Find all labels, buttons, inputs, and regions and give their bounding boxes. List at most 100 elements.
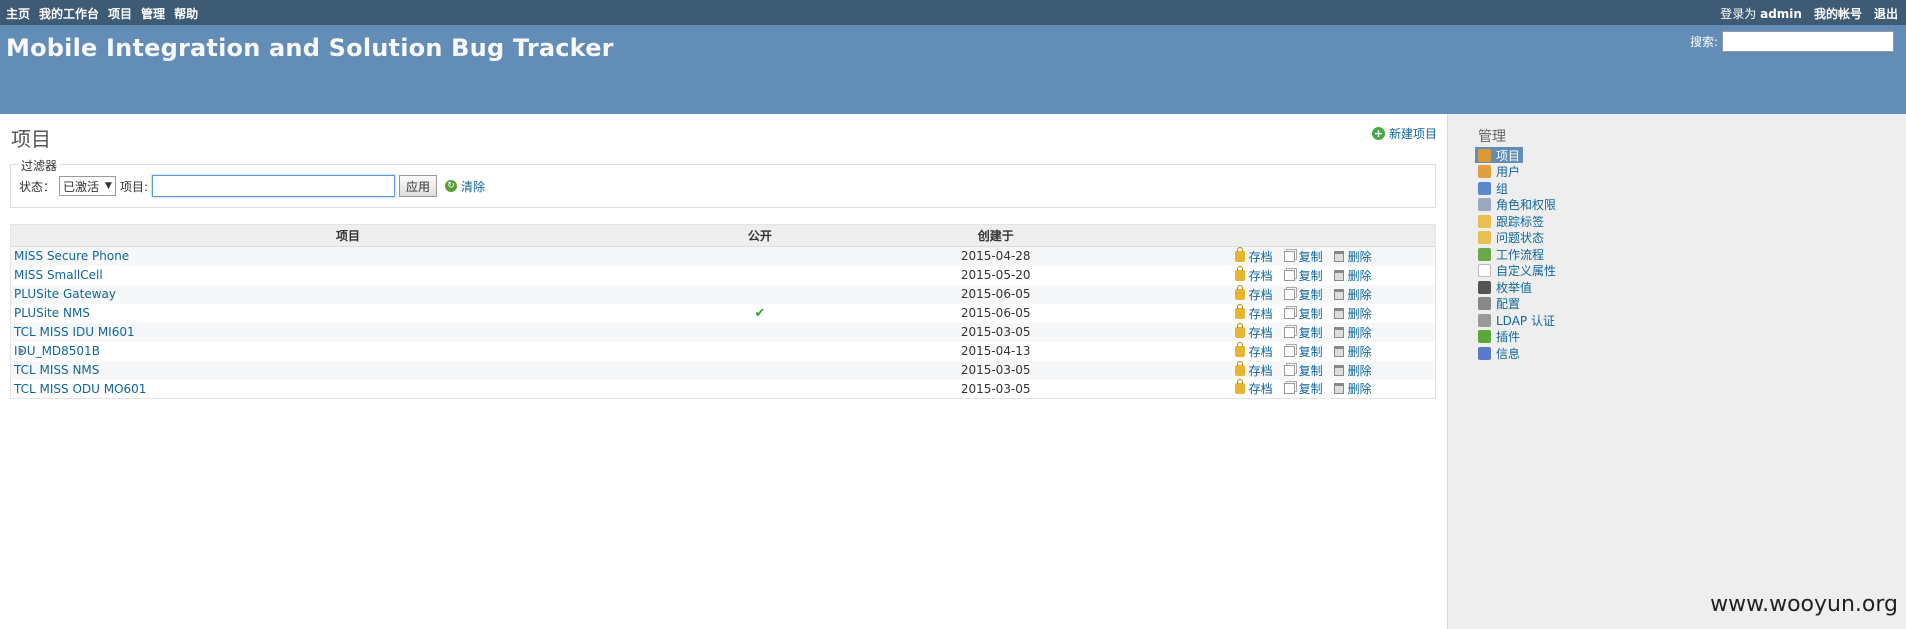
top-menu-home[interactable]: 主页 xyxy=(6,5,30,22)
reload-icon: ↻ xyxy=(445,180,458,192)
archive-action[interactable]: 存档 xyxy=(1234,303,1273,322)
sidebar-item-tracker[interactable]: 跟踪标签 xyxy=(1478,213,1544,229)
expand-icon[interactable] xyxy=(19,346,24,355)
top-menu-help[interactable]: 帮助 xyxy=(174,5,198,22)
copy-action[interactable]: 复制 xyxy=(1283,362,1323,379)
sidebar-item-user[interactable]: 用户 xyxy=(1478,164,1520,180)
created-cell: 2015-06-05 xyxy=(834,303,1157,323)
status-select[interactable]: 已激活 ▼ xyxy=(59,176,116,196)
copy-action[interactable]: 复制 xyxy=(1283,380,1323,397)
lock-icon xyxy=(1234,284,1245,300)
archive-action[interactable]: 存档 xyxy=(1234,265,1273,284)
ldap-icon xyxy=(1478,313,1491,327)
sidebar-item-custom-field[interactable]: 自定义属性 xyxy=(1478,263,1556,279)
project-link[interactable]: PLUSite Gateway xyxy=(14,287,116,301)
sidebar-item-status[interactable]: 问题状态 xyxy=(1478,230,1544,246)
sidebar-item-workflow[interactable]: 工作流程 xyxy=(1478,246,1544,262)
header-name[interactable]: 项目 xyxy=(10,224,685,247)
sidebar-item-list[interactable]: 枚举值 xyxy=(1478,279,1532,295)
copy-action[interactable]: 复制 xyxy=(1283,267,1323,284)
archive-action[interactable]: 存档 xyxy=(1234,341,1273,360)
table-row: TCL MISS ODU MO601 2015-03-05 存档 复制 删除 xyxy=(10,379,1436,399)
sidebar-item-label: 组 xyxy=(1496,181,1509,196)
sidebar-item-gear[interactable]: 配置 xyxy=(1478,296,1520,312)
copy-action[interactable]: 复制 xyxy=(1283,248,1323,265)
sidebar-item-projects[interactable]: 项目 xyxy=(1475,147,1524,163)
delete-label: 删除 xyxy=(1347,306,1372,321)
archive-action[interactable]: 存档 xyxy=(1234,284,1273,303)
delete-action[interactable]: 删除 xyxy=(1333,380,1372,397)
clear-link[interactable]: ↻ 清除 xyxy=(445,178,485,195)
delete-action[interactable]: 删除 xyxy=(1333,362,1372,379)
project-link[interactable]: IDU_MD8501B xyxy=(14,344,100,358)
lock-icon xyxy=(1234,379,1245,395)
header-public[interactable]: 公开 xyxy=(684,224,835,247)
table-header-row: 项目 公开 创建于 xyxy=(10,224,1436,247)
top-menu-projects[interactable]: 项目 xyxy=(108,5,132,22)
user-icon xyxy=(1478,165,1491,178)
sidebar-item-info[interactable]: 信息 xyxy=(1478,345,1520,361)
sidebar-item-roles[interactable]: 角色和权限 xyxy=(1478,197,1556,213)
project-link[interactable]: TCL MISS ODU MO601 xyxy=(14,382,146,396)
project-link[interactable]: PLUSite NMS xyxy=(14,306,90,320)
archive-action[interactable]: 存档 xyxy=(1234,379,1273,397)
account-menu: 登录为 admin 我的帐号 退出 xyxy=(1720,5,1898,22)
sidebar-item-plugin[interactable]: 插件 xyxy=(1478,329,1520,345)
project-filter-label: 项目: xyxy=(119,179,148,194)
archive-label: 存档 xyxy=(1248,363,1273,378)
copy-icon xyxy=(1283,326,1295,338)
sidebar-title: 管理 xyxy=(1478,129,1506,145)
delete-action[interactable]: 删除 xyxy=(1333,305,1372,322)
project-link[interactable]: TCL MISS NMS xyxy=(14,363,99,377)
copy-action[interactable]: 复制 xyxy=(1283,305,1323,322)
created-cell: 2015-03-05 xyxy=(834,360,1157,380)
sidebar-item-group[interactable]: 组 xyxy=(1478,180,1508,196)
page-title: 项目 xyxy=(11,127,51,151)
sidebar-item-ldap[interactable]: LDAP 认证 xyxy=(1478,312,1555,328)
top-menu-administration[interactable]: 管理 xyxy=(141,5,165,22)
project-link[interactable]: MISS Secure Phone xyxy=(14,249,129,263)
archive-action[interactable]: 存档 xyxy=(1234,322,1273,341)
header-created[interactable]: 创建于 xyxy=(834,224,1157,247)
copy-action[interactable]: 复制 xyxy=(1283,324,1323,341)
trash-icon xyxy=(1333,383,1344,395)
sidebar-item-label: 信息 xyxy=(1496,346,1521,361)
search-input[interactable] xyxy=(1722,31,1894,52)
actions-cell: 存档 复制 删除 xyxy=(1156,246,1436,266)
top-menu-my-page[interactable]: 我的工作台 xyxy=(39,5,99,22)
project-link[interactable]: TCL MISS IDU MI601 xyxy=(14,325,135,339)
actions-cell: 存档 复制 删除 xyxy=(1156,341,1436,361)
delete-action[interactable]: 删除 xyxy=(1333,286,1372,303)
copy-action[interactable]: 复制 xyxy=(1283,343,1323,360)
logout-link[interactable]: 退出 xyxy=(1874,5,1898,22)
copy-action[interactable]: 复制 xyxy=(1283,286,1323,303)
copy-icon xyxy=(1283,383,1295,395)
archive-label: 存档 xyxy=(1248,306,1273,321)
sidebar-item-label: 自定义属性 xyxy=(1496,264,1557,278)
project-link[interactable]: MISS SmallCell xyxy=(14,268,103,282)
my-account-link[interactable]: 我的帐号 xyxy=(1814,5,1862,22)
public-cell xyxy=(684,265,835,285)
filters-legend: 过滤器 xyxy=(18,157,61,174)
sidebar-item-label: 枚举值 xyxy=(1496,280,1533,295)
delete-action[interactable]: 删除 xyxy=(1333,248,1372,265)
archive-action[interactable]: 存档 xyxy=(1234,246,1273,265)
header: Mobile Integration and Solution Bug Trac… xyxy=(0,25,1906,114)
delete-action[interactable]: 删除 xyxy=(1333,343,1372,360)
trash-icon xyxy=(1333,326,1344,338)
archive-label: 存档 xyxy=(1248,382,1273,397)
new-project-label: 新建项目 xyxy=(1388,127,1437,141)
logged-in-user[interactable]: admin xyxy=(1760,7,1802,21)
new-project-link[interactable]: + 新建项目 xyxy=(1371,125,1437,142)
table-body: MISS Secure Phone 2015-04-28 存档 复制 删除 MISS Sm… xyxy=(10,246,1436,399)
delete-action[interactable]: 删除 xyxy=(1333,324,1372,341)
projects-table: 项目 公开 创建于 MISS Secure Phone 2015-04-28 存档复… xyxy=(10,224,1436,399)
lock-icon xyxy=(1234,265,1245,281)
table-row: TCL MISS NMS 2015-03-05 存档 复制 删除 xyxy=(10,360,1436,380)
delete-action[interactable]: 删除 xyxy=(1333,267,1372,284)
lock-icon xyxy=(1234,341,1245,357)
archive-action[interactable]: 存档 xyxy=(1234,360,1273,379)
delete-label: 删除 xyxy=(1347,249,1372,264)
project-filter-input[interactable] xyxy=(152,175,395,197)
apply-button[interactable]: 应用 xyxy=(399,175,438,197)
